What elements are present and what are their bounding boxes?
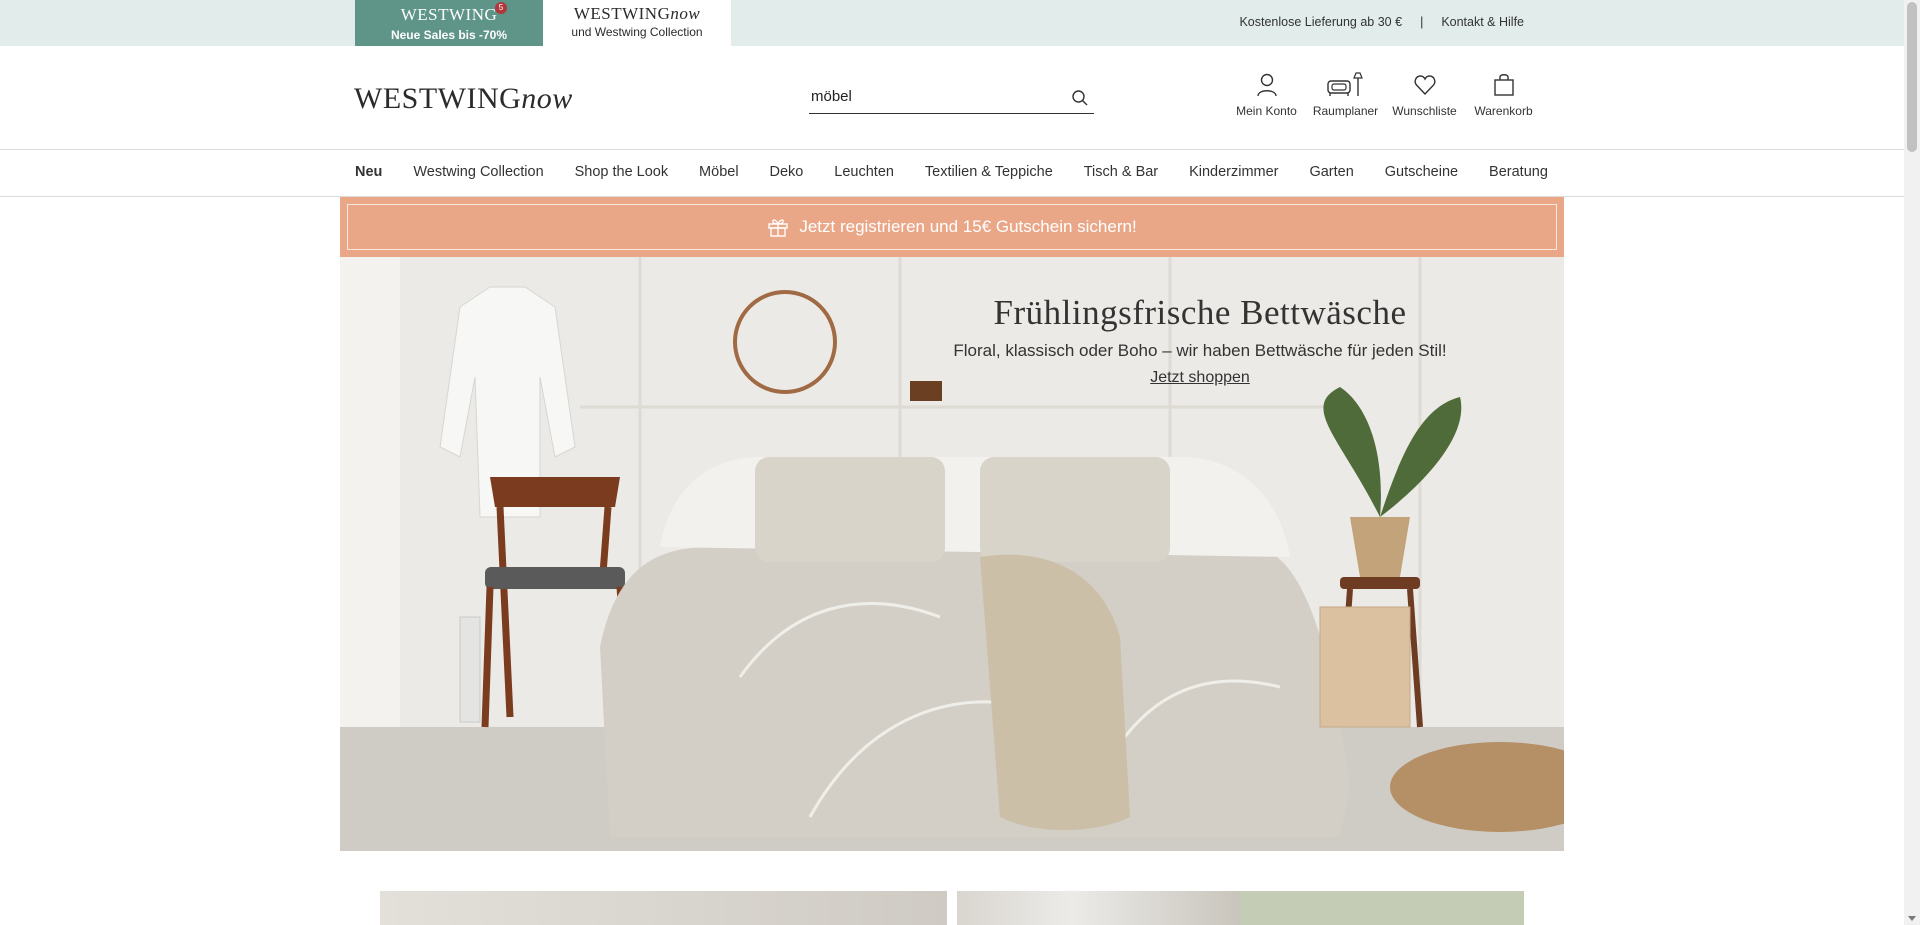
nav-item-westwing-collection[interactable]: Westwing Collection [413,164,543,180]
account-label: Mein Konto [1236,104,1297,118]
sales-tab-subtitle: Neue Sales bis -70% [390,28,508,42]
hero-text-block: Frühlingsfrische Bettwäsche Floral, klas… [953,293,1446,387]
westwing-sales-logo: WESTWING 5 [401,0,508,24]
site-header: WESTWINGnow Mein Konto Raumplaner [0,46,1904,150]
nav-item-gutscheine[interactable]: Gutscheine [1385,164,1458,180]
room-planner-button[interactable]: Raumplaner [1306,72,1385,118]
gift-icon [768,219,789,237]
nav-item-shop-the-look[interactable]: Shop the Look [575,164,669,180]
utility-links: Kostenlose Lieferung ab 30 € | Kontakt &… [1239,15,1524,29]
nav-item-textilien-teppiche[interactable]: Textilien & Teppiche [925,164,1053,180]
page-scrollbar[interactable] [1904,0,1920,925]
utility-separator: | [1420,15,1424,29]
account-button[interactable]: Mein Konto [1227,72,1306,118]
wishlist-label: Wunschliste [1392,104,1457,118]
nav-item-neu[interactable]: Neu [355,164,382,180]
hero-title: Frühlingsfrische Bettwäsche [993,293,1407,332]
nav-item-beratung[interactable]: Beratung [1489,164,1548,180]
heart-icon [1414,75,1435,96]
nav-item-moebel[interactable]: Möbel [699,164,739,180]
registration-promo-banner[interactable]: Jetzt registrieren und 15€ Gutschein sic… [340,197,1564,257]
cart-label: Warenkorb [1474,104,1533,118]
teaser-image-1[interactable] [380,891,947,925]
westwing-sales-tab[interactable]: WESTWING 5 Neue Sales bis -70% [355,0,543,46]
teaser-image-2[interactable] [957,891,1240,925]
scroll-down-arrow-icon[interactable] [1908,916,1916,921]
shopping-bag-icon [1493,74,1514,96]
nav-item-tisch-bar[interactable]: Tisch & Bar [1084,164,1158,180]
westwing-now-logo[interactable]: WESTWINGnow [354,82,573,116]
nav-item-garten[interactable]: Garten [1309,164,1353,180]
sales-count-badge: 5 [495,2,508,14]
now-tab-subtitle: und Westwing Collection [571,25,703,39]
category-navigation: Neu Westwing Collection Shop the Look Mö… [0,151,1904,197]
hero-banner[interactable]: Frühlingsfrische Bettwäsche Floral, klas… [340,257,1564,851]
westwing-now-tab[interactable]: WESTWINGnow und Westwing Collection [543,0,731,46]
teaser-image-3[interactable] [1240,891,1524,925]
nav-item-deko[interactable]: Deko [769,164,803,180]
search-bar [809,84,1094,114]
scrollbar-thumb[interactable] [1907,2,1917,152]
wishlist-button[interactable]: Wunschliste [1385,72,1464,118]
free-delivery-link[interactable]: Kostenlose Lieferung ab 30 € [1239,15,1402,29]
top-utility-bar: WESTWING 5 Neue Sales bis -70% WESTWINGn… [0,0,1904,46]
shop-now-link[interactable]: Jetzt shoppen [1150,369,1250,387]
room-planner-icon [1326,72,1363,96]
westwing-now-tab-logo: WESTWINGnow [573,4,701,23]
promo-text: Jetzt registrieren und 15€ Gutschein sic… [799,217,1137,236]
cart-button[interactable]: Warenkorb [1464,72,1543,118]
user-icon [1256,73,1277,97]
nav-item-leuchten[interactable]: Leuchten [834,164,894,180]
hero-subtitle: Floral, klassisch oder Boho – wir haben … [953,341,1447,360]
nav-item-kinderzimmer[interactable]: Kinderzimmer [1189,164,1278,180]
search-input[interactable] [811,88,1051,105]
room-planner-label: Raumplaner [1312,104,1379,118]
promo-inner: Jetzt registrieren und 15€ Gutschein sic… [347,204,1557,250]
search-icon[interactable] [1070,88,1090,108]
contact-help-link[interactable]: Kontakt & Hilfe [1441,15,1524,29]
header-icon-nav: Mein Konto Raumplaner Wunschliste Warenk… [1227,72,1543,118]
